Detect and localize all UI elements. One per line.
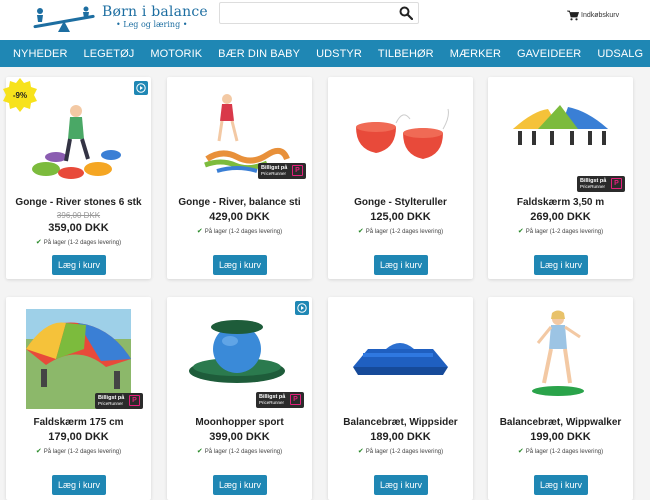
video-play-icon[interactable] <box>295 301 309 315</box>
product-card[interactable]: Balancebræt, Wippsider 189,00 DKK ✔ På la… <box>328 297 473 500</box>
add-to-cart-button[interactable]: Læg i kurv <box>52 255 106 275</box>
stock-text: På lager (1-2 dages levering) <box>204 449 283 455</box>
product-card[interactable]: Billigst på PriceRunner P Moonhopper sport… <box>167 297 312 500</box>
nav-item-udsalg[interactable]: UDSALG <box>597 48 643 60</box>
video-play-icon[interactable] <box>134 81 148 95</box>
add-to-cart-button[interactable]: Læg i kurv <box>213 255 267 275</box>
product-name[interactable]: Faldskærm 175 cm <box>6 417 151 428</box>
product-image[interactable] <box>348 89 453 184</box>
search-box[interactable] <box>219 2 419 24</box>
stock-status: ✔ På lager (1-2 dages levering) <box>167 227 312 235</box>
pricerunner-badge[interactable]: Billigst på PriceRunner P <box>258 163 306 179</box>
product-card[interactable]: Billigst på PriceRunner P Faldskærm 175 cm… <box>6 297 151 500</box>
logo-subtitle: • Leg og læring • <box>116 20 188 29</box>
pricerunner-badge[interactable]: Billigst på PriceRunner P <box>95 393 143 409</box>
add-to-cart-button[interactable]: Læg i kurv <box>374 475 428 495</box>
product-price: 199,00 DKK <box>530 431 591 443</box>
product-image[interactable] <box>187 309 292 404</box>
nav-item-baer-din-baby[interactable]: BÆR DIN BABY <box>218 48 300 60</box>
product-price: 399,00 DKK <box>209 431 270 443</box>
add-to-cart-button[interactable]: Læg i kurv <box>52 475 106 495</box>
cart-link[interactable]: Indkøbskurv <box>567 10 619 21</box>
stock-status: ✔ På lager (1-2 dages levering) <box>488 227 633 235</box>
product-name[interactable]: Gonge - River, balance sti <box>167 197 312 208</box>
check-icon: ✔ <box>517 228 524 235</box>
nav-item-legetoj[interactable]: LEGETØJ <box>84 48 135 60</box>
product-name[interactable]: Balancebræt, Wippsider <box>328 417 473 428</box>
product-card[interactable]: Gonge - Stylteruller 125,00 DKK ✔ På lage… <box>328 77 473 279</box>
product-card[interactable]: Billigst på PriceRunner P Faldskærm 3,50 m… <box>488 77 633 279</box>
main-nav: NYHEDER LEGETØJ MOTORIK BÆR DIN BABY UDS… <box>0 40 650 67</box>
product-image[interactable] <box>508 309 613 404</box>
stock-text: På lager (1-2 dages levering) <box>365 449 444 455</box>
stock-text: På lager (1-2 dages levering) <box>204 229 283 235</box>
nav-item-maerker[interactable]: MÆRKER <box>450 48 501 60</box>
check-icon: ✔ <box>196 228 203 235</box>
discount-text: -9% <box>13 91 27 100</box>
product-grid: -9% Gonge - River stones 6 stk 396,00 DK… <box>0 67 650 500</box>
discount-badge: -9% <box>3 78 37 112</box>
stock-status: ✔ På lager (1-2 dages levering) <box>328 227 473 235</box>
add-to-cart-button[interactable]: Læg i kurv <box>534 255 588 275</box>
product-price: 125,00 DKK <box>370 211 431 223</box>
stock-text: På lager (1-2 dages levering) <box>525 449 604 455</box>
check-icon: ✔ <box>35 239 42 246</box>
product-name[interactable]: Moonhopper sport <box>167 417 312 428</box>
check-icon: ✔ <box>35 448 42 455</box>
logo-seesaw-icon[interactable] <box>28 6 98 34</box>
product-image[interactable] <box>508 89 613 184</box>
nav-item-motorik[interactable]: MOTORIK <box>150 48 202 60</box>
product-image[interactable] <box>348 309 453 404</box>
product-card[interactable]: Balancebræt, Wippwalker 199,00 DKK ✔ På l… <box>488 297 633 500</box>
stock-status: ✔ På lager (1-2 dages levering) <box>6 238 151 246</box>
product-old-price: 396,00 DKK <box>56 211 101 220</box>
nav-item-gaveideer[interactable]: GAVEIDEER <box>517 48 581 60</box>
product-card[interactable]: Billigst på PriceRunner P Gonge - River, b… <box>167 77 312 279</box>
add-to-cart-button[interactable]: Læg i kurv <box>374 255 428 275</box>
add-to-cart-button[interactable]: Læg i kurv <box>213 475 267 495</box>
product-price: 179,00 DKK <box>48 431 109 443</box>
cart-icon <box>567 10 579 21</box>
product-name[interactable]: Faldskærm 3,50 m <box>488 197 633 208</box>
nav-item-udstyr[interactable]: UDSTYR <box>316 48 362 60</box>
pricerunner-badge[interactable]: Billigst på PriceRunner P <box>256 392 304 408</box>
check-icon: ✔ <box>357 228 364 235</box>
stock-status: ✔ På lager (1-2 dages levering) <box>328 447 473 455</box>
product-price: 189,00 DKK <box>370 431 431 443</box>
add-to-cart-button[interactable]: Læg i kurv <box>534 475 588 495</box>
logo-title[interactable]: Børn i balance <box>102 4 208 20</box>
stock-status: ✔ På lager (1-2 dages levering) <box>167 447 312 455</box>
stock-status: ✔ På lager (1-2 dages levering) <box>488 447 633 455</box>
product-name[interactable]: Gonge - Stylteruller <box>328 197 473 208</box>
product-card[interactable]: -9% Gonge - River stones 6 stk 396,00 DK… <box>3 77 151 279</box>
cart-label: Indkøbskurv <box>581 12 620 19</box>
check-icon: ✔ <box>357 448 364 455</box>
search-icon[interactable] <box>399 6 413 20</box>
product-price: 429,00 DKK <box>209 211 270 223</box>
nav-item-nyheder[interactable]: NYHEDER <box>13 48 68 60</box>
product-name[interactable]: Gonge - River stones 6 stk <box>6 197 151 208</box>
product-image[interactable] <box>26 89 131 184</box>
check-icon: ✔ <box>196 448 203 455</box>
site-header: Børn i balance • Leg og læring • Indkøbs… <box>0 0 650 40</box>
stock-text: På lager (1-2 dages levering) <box>365 229 444 235</box>
nav-item-tilbehor[interactable]: TILBEHØR <box>378 48 434 60</box>
search-input[interactable] <box>220 3 390 24</box>
product-name[interactable]: Balancebræt, Wippwalker <box>488 417 633 428</box>
stock-status: ✔ På lager (1-2 dages levering) <box>6 447 151 455</box>
stock-text: På lager (1-2 dages levering) <box>43 449 122 455</box>
stock-text: På lager (1-2 dages levering) <box>43 240 122 246</box>
product-price: 269,00 DKK <box>530 211 591 223</box>
stock-text: På lager (1-2 dages levering) <box>525 229 604 235</box>
product-price: 359,00 DKK <box>48 222 109 234</box>
pricerunner-badge[interactable]: Billigst på PriceRunner P <box>577 176 625 192</box>
check-icon: ✔ <box>517 448 524 455</box>
